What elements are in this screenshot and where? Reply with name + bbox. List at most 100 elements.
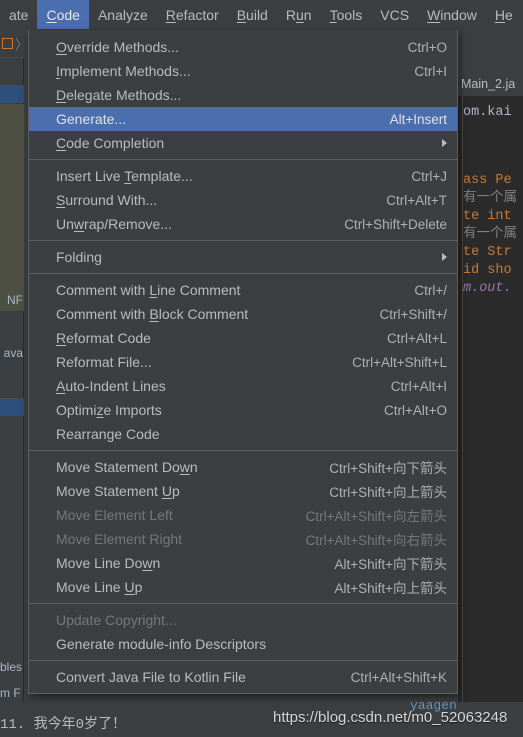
project-folder-highlight[interactable]: [0, 104, 24, 310]
menu-item-move-line-down[interactable]: Move Line Down Alt+Shift+向下箭头: [29, 551, 457, 575]
breadcrumb: 〉: [0, 29, 28, 57]
menu-item-optimize-imports[interactable]: Optimize Imports Ctrl+Alt+O: [29, 398, 457, 422]
code-line: te int: [463, 209, 512, 224]
editor-tab-strip[interactable]: Main_2.ja: [458, 72, 523, 96]
menubar-item-label: Run: [285, 6, 312, 23]
menubar-item-tools[interactable]: Tools: [321, 0, 372, 29]
menu-separator: [29, 660, 457, 661]
menu-item-update-copyright: Update Copyright...: [29, 608, 457, 632]
menu-item-shortcut: Ctrl+Alt+Shift+K: [350, 669, 447, 685]
project-node-selected-2[interactable]: [0, 399, 24, 416]
menubar-item-ate[interactable]: ate: [0, 0, 37, 29]
menubar-item-label: He: [494, 6, 513, 23]
menu-item-reformat-code[interactable]: Reformat Code Ctrl+Alt+L: [29, 326, 457, 350]
menu-item-label: Move Line Down: [56, 555, 161, 571]
run-tool-tabs[interactable]: m F: [0, 686, 21, 700]
menubar-item-label: Refactor: [165, 6, 219, 23]
menubar-item-label: VCS: [380, 6, 410, 23]
menu-item-shortcut: Ctrl+Alt+I: [390, 378, 447, 394]
project-tree-node[interactable]: ava: [0, 342, 24, 363]
menu-item-shortcut: Ctrl+Alt+Shift+向左箭头: [305, 509, 447, 524]
chevron-right-icon: [442, 139, 447, 147]
menubar-item-code[interactable]: Code: [37, 0, 89, 29]
menu-item-shortcut: Ctrl+/: [414, 282, 447, 298]
menu-item-label: Unwrap/Remove...: [56, 216, 172, 232]
menu-separator: [29, 450, 457, 451]
menu-item-label: Move Element Right: [56, 531, 183, 547]
class-icon: [2, 37, 13, 49]
menu-item-shortcut: Ctrl+Alt+O: [383, 402, 447, 418]
menubar-item-label: Analyze: [97, 6, 148, 23]
menubar-item-build[interactable]: Build: [228, 0, 277, 29]
code-line: m.out.: [463, 281, 512, 296]
menu-item-convert-java-file-to-kotlin-file[interactable]: Convert Java File to Kotlin File Ctrl+Alt…: [29, 665, 457, 689]
menu-item-label: Convert Java File to Kotlin File: [56, 669, 246, 685]
menu-item-shortcut: Ctrl+O: [407, 39, 447, 55]
menu-item-delegate-methods[interactable]: Delegate Methods...: [29, 83, 457, 107]
menu-item-label: Move Statement Up: [56, 483, 180, 499]
menu-item-shortcut: Ctrl+Shift+向上箭头: [329, 485, 447, 500]
menubar-item-label: Tools: [329, 6, 363, 23]
menu-item-reformat-file[interactable]: Reformat File... Ctrl+Alt+Shift+L: [29, 350, 457, 374]
menubar-item-label: Build: [236, 6, 268, 23]
menu-item-rearrange-code[interactable]: Rearrange Code: [29, 422, 457, 446]
code-editor[interactable]: om.kai ass Pe 有一个属 te int 有一个属 te Str id sho m.…: [458, 96, 523, 702]
editor-tab-main2[interactable]: Main_2.ja: [458, 77, 515, 91]
chevron-right-icon: [442, 253, 447, 261]
menubar-item-window[interactable]: Window: [418, 0, 486, 29]
menu-item-label: Generate module-info Descriptors: [56, 636, 267, 652]
menu-item-label: Override Methods...: [56, 39, 179, 55]
menu-item-shortcut: Ctrl+Shift+Delete: [344, 216, 447, 232]
menubar-item-run[interactable]: Run: [277, 0, 321, 29]
menubar-item-label: ate: [9, 6, 29, 23]
menu-item-label: Comment with Line Comment: [56, 282, 241, 298]
menu-item-label: Move Line Up: [56, 579, 143, 595]
menu-item-insert-live-template[interactable]: Insert Live Template... Ctrl+J: [29, 164, 457, 188]
menu-item-generate[interactable]: Generate... Alt+Insert: [29, 107, 457, 131]
menu-item-move-statement-up[interactable]: Move Statement Up Ctrl+Shift+向上箭头: [29, 479, 457, 503]
menu-item-move-statement-down[interactable]: Move Statement Down Ctrl+Shift+向下箭头: [29, 455, 457, 479]
menu-item-shortcut: Alt+Shift+向上箭头: [334, 581, 447, 596]
menu-item-implement-methods[interactable]: Implement Methods... Ctrl+I: [29, 59, 457, 83]
menu-item-auto-indent-lines[interactable]: Auto-Indent Lines Ctrl+Alt+I: [29, 374, 457, 398]
watermark: https://blog.csdn.net/m0_52063248: [273, 709, 508, 726]
code-line: om.kai: [463, 105, 512, 120]
menubar-item-vcs[interactable]: VCS: [371, 0, 418, 29]
menu-item-surround-with[interactable]: Surround With... Ctrl+Alt+T: [29, 188, 457, 212]
menubar-item-label: Code: [46, 6, 80, 23]
menu-item-shortcut: Alt+Shift+向下箭头: [334, 557, 447, 572]
menubar-item-he[interactable]: He: [486, 0, 522, 29]
project-tool-window[interactable]: NF ava: [0, 57, 24, 702]
menu-item-label: Comment with Block Comment: [56, 306, 249, 322]
menu-item-label: Folding: [56, 249, 102, 265]
menubar-item-analyze[interactable]: Analyze: [89, 0, 157, 29]
menu-item-shortcut: Ctrl+J: [411, 168, 447, 184]
code-line: 有一个属: [463, 191, 517, 206]
menu-item-label: Move Statement Down: [56, 459, 198, 475]
menu-item-unwrap-remove[interactable]: Unwrap/Remove... Ctrl+Shift+Delete: [29, 212, 457, 236]
menu-item-shortcut: Alt+Insert: [389, 111, 447, 127]
menubar-item-refactor[interactable]: Refactor: [157, 0, 228, 29]
menu-item-comment-with-block-comment[interactable]: Comment with Block Comment Ctrl+Shift+/: [29, 302, 457, 326]
menu-item-label: Auto-Indent Lines: [56, 378, 166, 394]
menu-item-comment-with-line-comment[interactable]: Comment with Line Comment Ctrl+/: [29, 278, 457, 302]
variables-tool-label[interactable]: bles: [0, 660, 22, 674]
menubar-item-label: Window: [427, 6, 477, 23]
menu-item-label: Optimize Imports: [56, 402, 162, 418]
menu-item-shortcut: Ctrl+Alt+T: [386, 192, 447, 208]
menu-item-move-element-left: Move Element Left Ctrl+Alt+Shift+向左箭头: [29, 503, 457, 527]
menu-item-label: Rearrange Code: [56, 426, 160, 442]
menu-item-generate-module-info-descriptors[interactable]: Generate module-info Descriptors: [29, 632, 457, 656]
menu-item-folding[interactable]: Folding: [29, 245, 457, 269]
project-tree-node[interactable]: NF: [0, 289, 24, 310]
menu-item-code-completion[interactable]: Code Completion: [29, 131, 457, 155]
project-selected-node[interactable]: [0, 86, 24, 103]
menu-item-override-methods[interactable]: Override Methods... Ctrl+O: [29, 35, 457, 59]
menu-item-move-line-up[interactable]: Move Line Up Alt+Shift+向上箭头: [29, 575, 457, 599]
menu-item-shortcut: Ctrl+Alt+Shift+向右箭头: [305, 533, 447, 548]
menu-item-shortcut: Ctrl+Alt+L: [386, 330, 447, 346]
main-menu-bar[interactable]: ate Code Analyze Refactor Build Run Tools VCS Wi…: [0, 0, 523, 29]
code-dropdown-menu[interactable]: Override Methods... Ctrl+O Implement Metho…: [28, 30, 458, 694]
menu-item-label: Implement Methods...: [56, 63, 191, 79]
code-line: ass Pe: [463, 173, 512, 188]
